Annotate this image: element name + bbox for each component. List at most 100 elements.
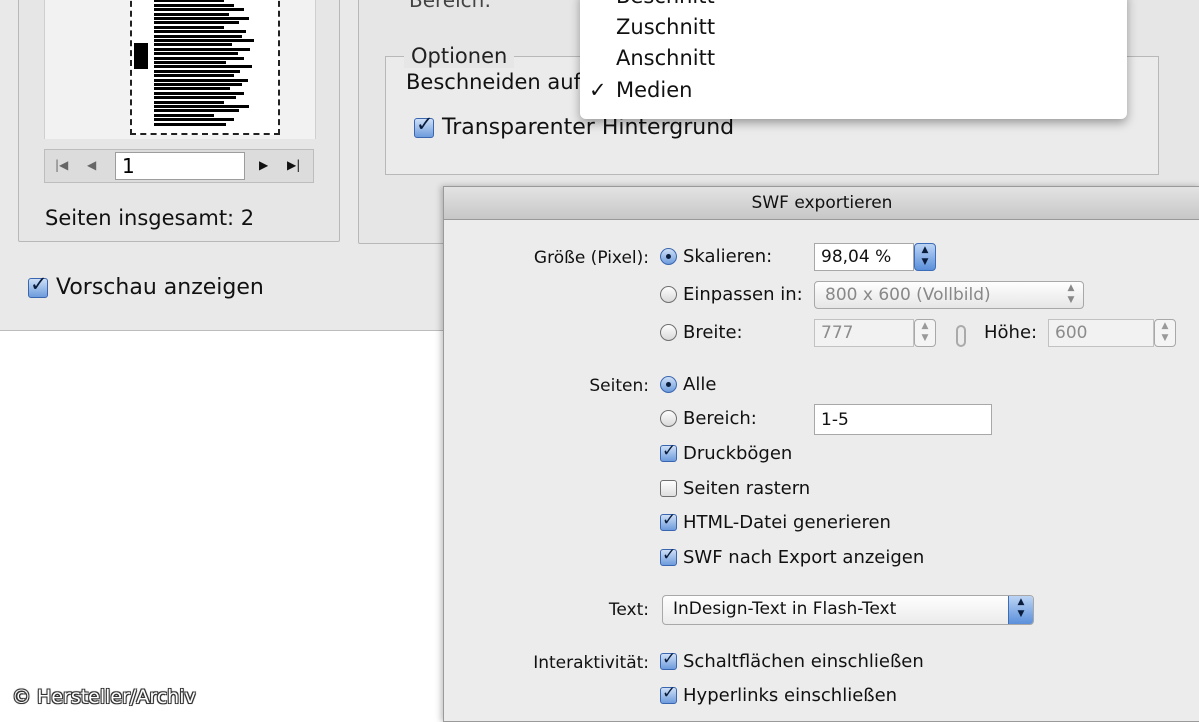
fit-label: Einpassen in: xyxy=(683,284,803,305)
view-after-export-option[interactable]: SWF nach Export anzeigen xyxy=(660,545,925,568)
width-radio[interactable] xyxy=(660,324,677,341)
pages-all-option[interactable]: Alle xyxy=(660,374,716,395)
fit-select-value: 800 x 600 (Vollbild) xyxy=(825,285,991,305)
menu-item-beschnitt[interactable]: Beschnitt xyxy=(616,0,715,8)
thumbnail-text-line xyxy=(154,0,224,3)
thumbnail-text-line xyxy=(154,65,252,69)
pages-range-label: Bereich: xyxy=(683,408,757,429)
size-label: Größe (Pixel): xyxy=(533,248,649,268)
crop-to-popup-menu: Beschnitt Zuschnitt Anschnitt Medien xyxy=(580,0,1127,119)
pages-total-text: Seiten insgesamt: 2 xyxy=(45,206,255,230)
crop-to-label: Beschneiden auf xyxy=(406,70,581,94)
thumbnail-text-line xyxy=(154,25,224,29)
thumbnail-text-line xyxy=(154,30,246,34)
thumbnail-text-line xyxy=(154,83,242,86)
thumbnail-text-line xyxy=(154,47,250,51)
thumbnail-text-line xyxy=(154,69,240,73)
pages-range-radio[interactable] xyxy=(660,410,677,427)
scale-stepper[interactable]: ▲ ▼ xyxy=(914,243,936,271)
html-file-option[interactable]: HTML-Datei generieren xyxy=(660,510,891,533)
include-hyperlinks-label: Hyperlinks einschließen xyxy=(683,685,898,706)
thumbnail-text-line xyxy=(154,100,224,104)
thumbnail-area xyxy=(44,0,316,139)
last-page-icon[interactable]: ▶| xyxy=(287,158,300,172)
options-legend: Optionen xyxy=(404,44,515,68)
thumbnail-text-line xyxy=(154,78,248,82)
width-stepper[interactable]: ▲ ▼ xyxy=(914,319,936,347)
include-buttons-option[interactable]: Schaltflächen einschließen xyxy=(660,649,924,672)
pages-all-radio[interactable] xyxy=(660,376,677,393)
thumbnail-text-line xyxy=(154,17,249,20)
copyright-notice: © Hersteller/Archiv xyxy=(12,686,196,708)
thumbnail-text-line xyxy=(154,113,214,117)
view-after-export-checkbox[interactable] xyxy=(660,545,677,566)
thumbnail-text-line xyxy=(154,87,230,91)
thumbnail-text-line xyxy=(154,122,226,126)
page-navigator: |◀ ◀ ▶ ▶| xyxy=(44,149,314,183)
include-buttons-checkbox[interactable] xyxy=(660,649,677,670)
dialog-title: SWF exportieren xyxy=(444,187,1199,220)
range-option[interactable]: Bereich: xyxy=(409,0,491,12)
text-select-value: InDesign-Text in Flash-Text xyxy=(673,599,897,619)
rasterize-checkbox[interactable] xyxy=(660,480,677,497)
page-number-input[interactable] xyxy=(115,152,245,180)
menu-item-medien[interactable]: Medien xyxy=(589,78,693,102)
width-option[interactable]: Breite: xyxy=(660,322,743,343)
chevron-updown-icon: ▲ ▼ xyxy=(1067,283,1075,305)
include-hyperlinks-option[interactable]: Hyperlinks einschließen xyxy=(660,683,898,706)
width-input[interactable] xyxy=(814,319,914,347)
include-hyperlinks-checkbox[interactable] xyxy=(660,683,677,704)
transparent-background-checkbox[interactable] xyxy=(414,112,434,138)
rasterize-option[interactable]: Seiten rastern xyxy=(660,478,810,499)
spreads-checkbox[interactable] xyxy=(660,441,677,462)
thumbnail-text-line xyxy=(154,91,244,95)
prev-page-icon[interactable]: ◀ xyxy=(87,158,96,172)
link-chain-icon[interactable] xyxy=(956,325,966,347)
show-preview-checkbox[interactable] xyxy=(28,272,48,298)
fit-select[interactable]: 800 x 600 (Vollbild) ▲ ▼ xyxy=(814,281,1084,309)
thumbnail-text-line xyxy=(154,34,242,38)
chevron-updown-icon: ▲ ▼ xyxy=(1008,596,1033,624)
first-page-icon[interactable]: |◀ xyxy=(55,158,68,172)
thumbnail-text-line xyxy=(154,109,239,113)
thumbnail-text-line xyxy=(154,96,236,100)
thumbnail-text-line xyxy=(154,43,232,47)
thumbnail-text-line xyxy=(154,105,249,108)
menu-item-zuschnitt[interactable]: Zuschnitt xyxy=(616,15,715,39)
thumbnail-marker xyxy=(134,43,148,69)
thumbnail-text-line xyxy=(154,52,238,56)
interactivity-label: Interaktivität: xyxy=(533,653,649,673)
fit-option[interactable]: Einpassen in: xyxy=(660,284,803,305)
height-stepper[interactable]: ▲ ▼ xyxy=(1154,319,1176,347)
thumbnail-text-line xyxy=(154,56,244,60)
fit-radio[interactable] xyxy=(660,286,677,303)
thumbnail-text-line xyxy=(154,74,234,78)
show-preview-label: Vorschau anzeigen xyxy=(56,275,264,300)
thumbnail-text-line xyxy=(154,118,234,122)
view-after-export-label: SWF nach Export anzeigen xyxy=(683,547,925,568)
scale-label: Skalieren: xyxy=(683,246,773,267)
html-file-label: HTML-Datei generieren xyxy=(683,512,891,533)
thumbnail-text-line xyxy=(154,8,244,12)
html-file-checkbox[interactable] xyxy=(660,510,677,531)
pages-label: Seiten: xyxy=(589,376,649,396)
pages-range-option[interactable]: Bereich: xyxy=(660,408,757,429)
text-select[interactable]: InDesign-Text in Flash-Text ▲ ▼ xyxy=(662,595,1034,625)
preview-panel: |◀ ◀ ▶ ▶| Seiten insgesamt: 2 xyxy=(18,0,340,242)
height-input[interactable] xyxy=(1048,319,1154,347)
spreads-option[interactable]: Druckbögen xyxy=(660,441,793,464)
show-preview-option[interactable]: Vorschau anzeigen xyxy=(28,272,264,300)
next-page-icon[interactable]: ▶ xyxy=(259,158,268,172)
scale-input[interactable] xyxy=(814,243,914,271)
scale-option[interactable]: Skalieren: xyxy=(660,246,772,267)
thumbnail-text-line xyxy=(154,21,239,25)
spreads-label: Druckbögen xyxy=(683,443,793,464)
text-label: Text: xyxy=(608,600,649,620)
thumbnail-text-line xyxy=(154,39,254,42)
scale-radio[interactable] xyxy=(660,248,677,265)
thumbnail-text-line xyxy=(154,61,226,64)
pages-range-input[interactable] xyxy=(814,404,992,435)
page-thumbnail xyxy=(130,0,280,135)
pages-all-label: Alle xyxy=(683,374,717,395)
menu-item-anschnitt[interactable]: Anschnitt xyxy=(616,46,715,70)
